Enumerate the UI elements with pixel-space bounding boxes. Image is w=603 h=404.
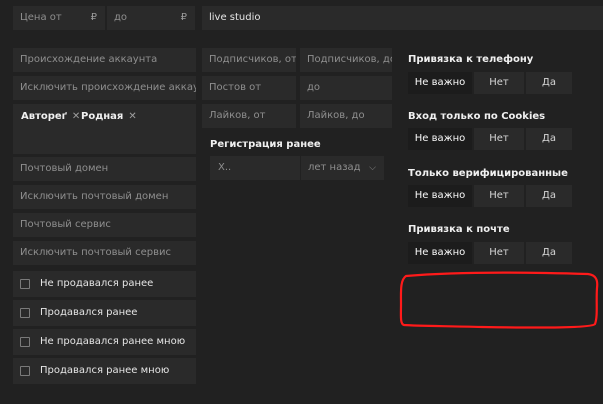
cookies-option-no[interactable]: Нет <box>474 128 524 150</box>
posts-from-placeholder: Постов от <box>209 82 262 93</box>
checkbox-not-sold-before[interactable]: Не продавался ранее <box>13 271 196 297</box>
checkbox-icon[interactable] <box>20 337 30 347</box>
registration-title: Регистрация ранее <box>210 139 321 150</box>
red-highlight-annotation <box>399 271 599 329</box>
phone-option-yes[interactable]: Да <box>526 72 572 94</box>
search-value: live studio <box>209 12 261 23</box>
verified-option-no[interactable]: Нет <box>474 185 524 207</box>
mail-binding-title: Привязка к почте <box>408 224 510 235</box>
posts-to-input[interactable]: до <box>300 76 392 100</box>
chevron-down-icon: ⌵ <box>369 163 376 173</box>
origin-placeholder: Происхождение аккаунта <box>20 54 158 65</box>
checkbox-label: Не продавался ранее мною <box>40 336 186 347</box>
likes-from-placeholder: Лайков, от <box>209 110 266 121</box>
exclude-mail-domain-input[interactable]: Исключить почтовый домен <box>13 185 196 209</box>
checkbox-icon[interactable] <box>20 308 30 318</box>
mail-service-placeholder: Почтовый сервис <box>20 219 111 230</box>
search-input[interactable]: live studio <box>202 6 603 30</box>
phone-option-no[interactable]: Нет <box>474 72 524 94</box>
likes-to-placeholder: Лайков, до <box>307 110 365 121</box>
remove-tag-icon[interactable]: ✕ <box>72 111 80 122</box>
posts-from-input[interactable]: Постов от <box>202 76 296 100</box>
ruble-icon: ₽ <box>180 12 187 23</box>
phone-binding-title: Привязка к телефону <box>408 54 534 65</box>
likes-to-input[interactable]: Лайков, до <box>300 104 392 128</box>
mail-service-input[interactable]: Почтовый сервис <box>13 213 196 237</box>
checkbox-label: Продавался ранее мною <box>40 365 170 376</box>
cookies-option-any[interactable]: Не важно <box>408 128 472 150</box>
registration-years-placeholder: X.. <box>218 162 232 173</box>
subscribers-from-placeholder: Подписчиков, от <box>209 54 296 65</box>
price-from-input[interactable]: Цена от ₽ <box>13 6 105 30</box>
registration-years-input[interactable]: X.. <box>210 156 300 180</box>
tag-label: Автореґ <box>21 111 67 122</box>
verified-option-yes[interactable]: Да <box>526 185 572 207</box>
checkbox-sold-before[interactable]: Продавался ранее <box>13 300 196 326</box>
mail-option-any[interactable]: Не важно <box>408 242 472 264</box>
subscribers-to-input[interactable]: Подписчиков, до <box>300 48 392 72</box>
tag-autoreg: Автореґ ✕ <box>21 111 80 122</box>
subscribers-to-placeholder: Подписчиков, до <box>307 54 392 65</box>
remove-tag-icon[interactable]: ✕ <box>128 111 136 122</box>
tag-native: Родная ✕ <box>81 111 137 122</box>
exclude-mail-service-placeholder: Исключить почтовый сервис <box>20 247 171 258</box>
cookies-login-title: Вход только по Cookies <box>408 111 546 122</box>
exclude-origin-input[interactable]: Исключить происхождение аккаунт <box>13 76 196 100</box>
origin-input[interactable]: Происхождение аккаунта <box>13 48 196 72</box>
ruble-icon: ₽ <box>90 12 97 23</box>
subscribers-from-input[interactable]: Подписчиков, от <box>202 48 296 72</box>
likes-from-input[interactable]: Лайков, от <box>202 104 296 128</box>
posts-to-placeholder: до <box>307 82 321 93</box>
phone-option-any[interactable]: Не важно <box>408 72 472 94</box>
checkbox-icon[interactable] <box>20 366 30 376</box>
verified-only-title: Только верифицированные <box>408 168 568 179</box>
mail-domain-placeholder: Почтовый домен <box>20 163 109 174</box>
exclude-mail-service-input[interactable]: Исключить почтовый сервис <box>13 241 196 265</box>
price-to-placeholder: до <box>114 12 128 23</box>
tag-label: Родная <box>81 111 124 122</box>
mail-domain-input[interactable]: Почтовый домен <box>13 157 196 181</box>
exclude-mail-domain-placeholder: Исключить почтовый домен <box>20 191 169 202</box>
exclude-origin-placeholder: Исключить происхождение аккаунт <box>20 82 196 93</box>
checkbox-label: Продавался ранее <box>40 307 138 318</box>
checkbox-not-sold-by-me[interactable]: Не продавался ранее мною <box>13 329 196 355</box>
checkbox-sold-by-me[interactable]: Продавался ранее мною <box>13 358 196 384</box>
registration-unit-select[interactable]: лет назад ⌵ <box>301 156 384 180</box>
price-to-input[interactable]: до ₽ <box>107 6 195 30</box>
checkbox-label: Не продавался ранее <box>40 278 154 289</box>
registration-unit-value: лет назад <box>308 162 361 173</box>
mail-option-no[interactable]: Нет <box>474 242 524 264</box>
price-from-placeholder: Цена от <box>20 12 62 23</box>
checkbox-icon[interactable] <box>20 279 30 289</box>
verified-option-any[interactable]: Не важно <box>408 185 472 207</box>
cookies-option-yes[interactable]: Да <box>526 128 572 150</box>
mail-option-yes[interactable]: Да <box>526 242 572 264</box>
